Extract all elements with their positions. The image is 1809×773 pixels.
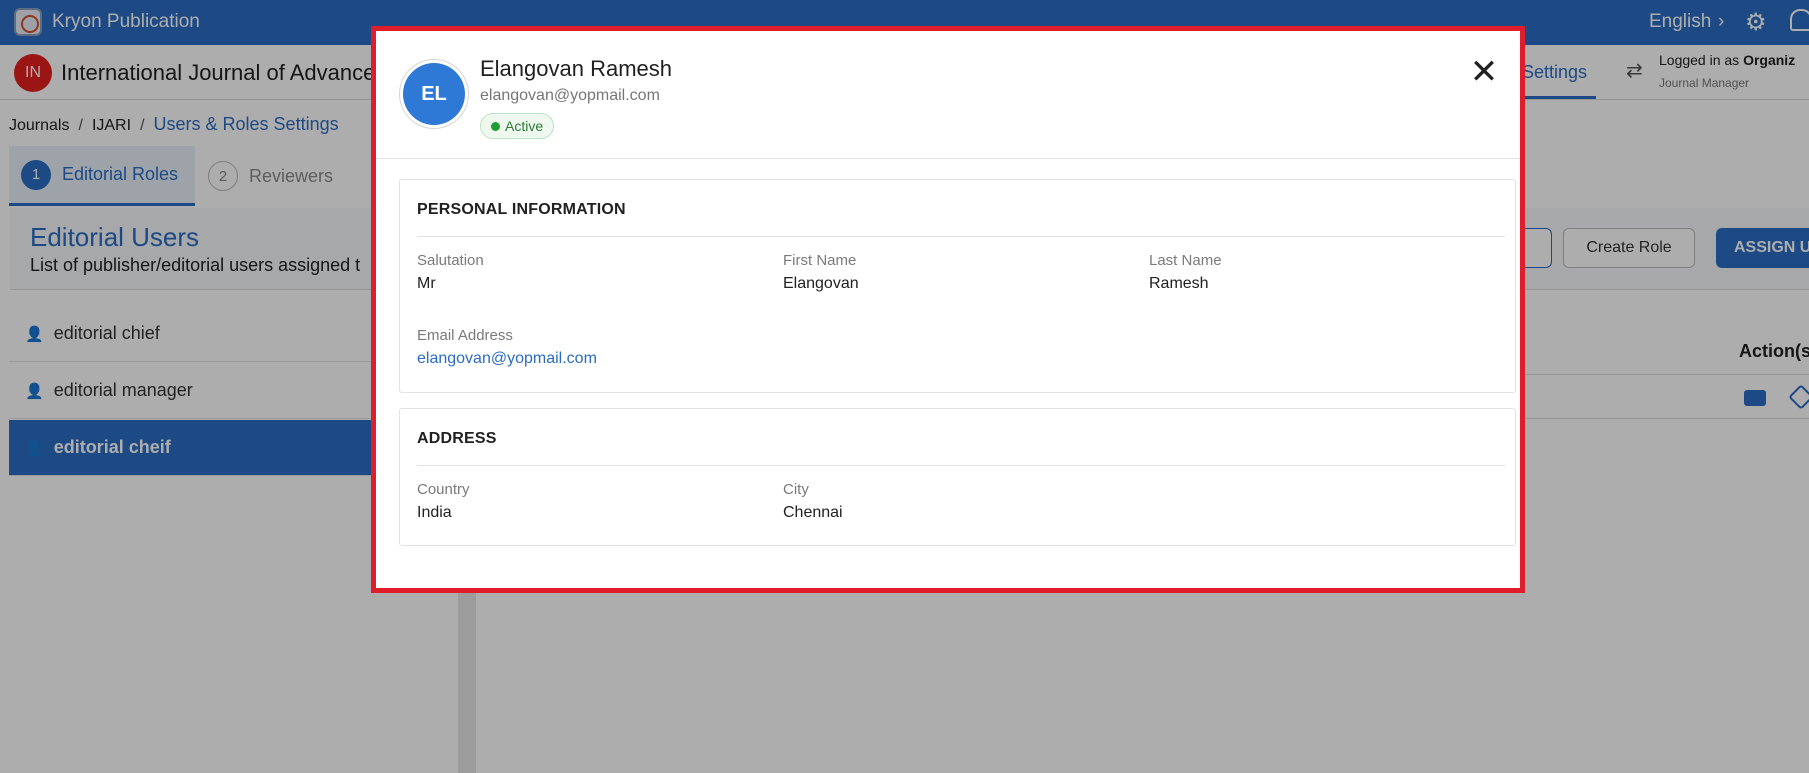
last-name-label: Last Name (1149, 252, 1222, 269)
address-section: ADDRESS Country India City Chennai (399, 408, 1516, 546)
user-details-modal: EL Elangovan Ramesh elangovan@yopmail.co… (371, 26, 1525, 593)
salutation-value: Mr (417, 275, 436, 292)
status-dot-icon (491, 122, 500, 131)
country-label: Country (417, 481, 470, 498)
personal-information-section: PERSONAL INFORMATION Salutation Mr First… (399, 179, 1516, 393)
first-name-value: Elangovan (783, 275, 859, 292)
country-value: India (417, 504, 452, 521)
user-name: Elangovan Ramesh (480, 56, 673, 81)
salutation-label: Salutation (417, 252, 484, 269)
city-value: Chennai (783, 504, 843, 521)
header-divider (376, 158, 1520, 159)
section-title: PERSONAL INFORMATION (417, 201, 626, 218)
section-divider (417, 236, 1505, 237)
avatar: EL (403, 63, 465, 125)
section-divider (417, 465, 1505, 466)
city-label: City (783, 481, 809, 498)
section-title: ADDRESS (417, 430, 497, 447)
user-email: elangovan@yopmail.com (480, 87, 660, 104)
close-button[interactable]: ✕ (1467, 55, 1501, 91)
status-label: Active (505, 118, 544, 134)
first-name-label: First Name (783, 252, 857, 269)
email-address-link[interactable]: elangovan@yopmail.com (417, 350, 597, 368)
email-address-label: Email Address (417, 327, 513, 344)
status-badge: Active (480, 113, 555, 139)
last-name-value: Ramesh (1149, 275, 1209, 292)
